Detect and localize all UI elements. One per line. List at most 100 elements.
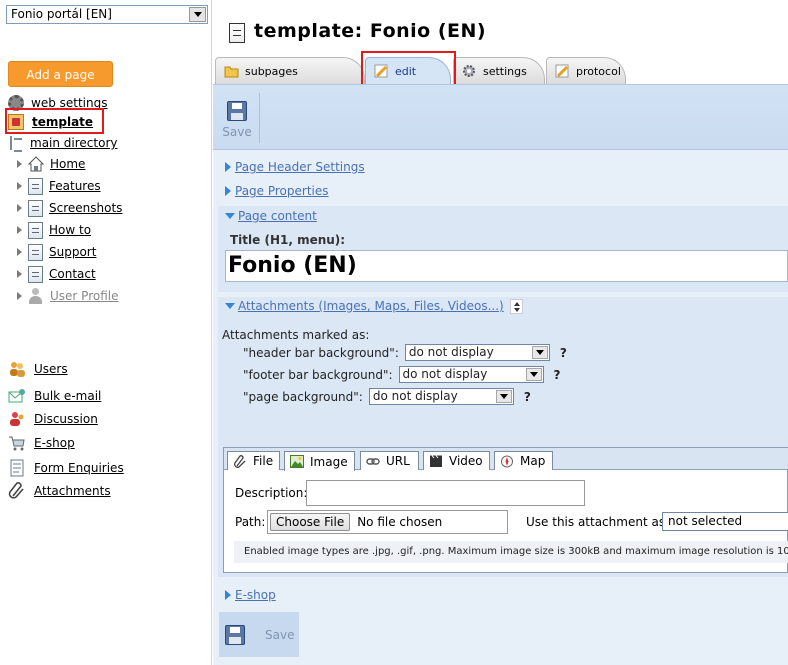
field-label: "footer bar background": <box>243 367 393 382</box>
help-icon[interactable]: ? <box>554 368 561 382</box>
paperclip-icon <box>234 454 246 468</box>
file-input[interactable]: Choose File No file chosen <box>267 510 508 534</box>
save-label: Save <box>265 627 295 642</box>
users-icon <box>8 360 26 378</box>
help-icon[interactable]: ? <box>560 346 567 360</box>
expand-arrow-icon[interactable] <box>17 182 22 190</box>
email-icon <box>8 387 26 405</box>
tool-label[interactable]: Users <box>34 362 68 376</box>
field-label: "page background": <box>243 389 363 404</box>
sidebar-item-label[interactable]: Contact <box>49 267 96 281</box>
tool-label[interactable]: Discussion <box>34 412 98 426</box>
footer-bar-background-select[interactable]: do not display <box>398 366 544 383</box>
tab-settings[interactable]: settings <box>453 57 545 84</box>
tab-subpages[interactable]: subpages <box>215 57 365 84</box>
sidebar-tool-bulk-email[interactable]: Bulk e-mail <box>8 387 101 405</box>
video-icon <box>430 454 442 467</box>
sidebar-item-label[interactable]: Features <box>49 179 101 193</box>
title-input[interactable]: Fonio (EN) <box>225 250 788 282</box>
site-select-value: Fonio portál [EN] <box>11 7 112 21</box>
attachment-tab-file[interactable]: File <box>227 451 280 470</box>
chevron-down-icon[interactable] <box>495 390 512 403</box>
section-label[interactable]: Page Header Settings <box>235 160 365 174</box>
collapse-arrow-icon <box>225 303 235 309</box>
expand-arrow-icon[interactable] <box>17 204 22 212</box>
section-page-content[interactable]: Page content <box>225 207 317 225</box>
description-input[interactable] <box>306 480 585 506</box>
page-title: template: Fonio (EN) <box>254 20 487 42</box>
attachment-panel: File Image URL Video Map Description: Pa… <box>223 447 788 573</box>
section-label[interactable]: E-shop <box>235 588 276 602</box>
expand-arrow-icon[interactable] <box>17 248 22 256</box>
sidebar-tool-discussion[interactable]: Discussion <box>8 410 98 428</box>
sidebar-item-label[interactable]: How to <box>49 223 91 237</box>
sidebar-item-user-profile[interactable]: User Profile <box>17 287 118 305</box>
attachment-tab-url[interactable]: URL <box>360 451 419 470</box>
tool-label[interactable]: Form Enquiries <box>34 461 124 475</box>
sidebar-item-how-to[interactable]: How to <box>17 221 91 239</box>
save-label: Save <box>222 125 252 139</box>
title-bar: template: Fonio (EN) <box>213 0 788 56</box>
attachment-tab-video[interactable]: Video <box>423 451 490 470</box>
sidebar: Fonio portál [EN] Add a page web setting… <box>0 0 212 665</box>
sidebar-item-label[interactable]: main directory <box>30 136 117 150</box>
section-label[interactable]: Page content <box>238 209 317 223</box>
section-page-properties[interactable]: Page Properties <box>225 182 329 200</box>
sidebar-item-label[interactable]: Home <box>50 157 85 171</box>
section-label[interactable]: Attachments (Images, Maps, Files, Videos… <box>238 299 504 313</box>
tab-bar: subpages edit settings protocol <box>213 56 788 84</box>
tool-label[interactable]: Bulk e-mail <box>34 389 101 403</box>
image-limits-note: Enabled image types are .jpg, .gif, .png… <box>234 541 788 563</box>
use-as-select[interactable]: not selected <box>662 512 788 531</box>
attachment-tab-label: File <box>253 454 274 468</box>
attachment-tab-image[interactable]: Image <box>284 451 355 471</box>
sidebar-item-template[interactable]: template <box>8 113 93 131</box>
sidebar-item-contact[interactable]: Contact <box>17 265 96 283</box>
section-page-header-settings[interactable]: Page Header Settings <box>225 158 365 176</box>
chevron-down-icon[interactable] <box>525 368 542 381</box>
tool-label[interactable]: Attachments <box>34 484 111 498</box>
expand-arrow-icon[interactable] <box>17 292 22 300</box>
save-button[interactable]: Save <box>219 101 255 139</box>
tab-label: subpages <box>245 64 298 78</box>
chevron-down-icon[interactable] <box>531 346 548 359</box>
tool-label[interactable]: E-shop <box>34 436 75 450</box>
expand-arrow-icon[interactable] <box>17 160 22 168</box>
page-icon <box>28 177 43 195</box>
sidebar-tool-eshop[interactable]: E-shop <box>8 434 75 452</box>
expand-arrow-icon[interactable] <box>17 270 22 278</box>
main-panel: template: Fonio (EN) subpages edit setti… <box>213 0 788 665</box>
attachment-tab-map[interactable]: Map <box>494 451 553 470</box>
page-icon <box>229 23 245 43</box>
section-eshop[interactable]: E-shop <box>225 586 276 604</box>
sidebar-item-label[interactable]: template <box>32 115 93 129</box>
page-icon <box>28 265 43 283</box>
page-background-select[interactable]: do not display <box>368 388 514 405</box>
sidebar-item-label[interactable]: Support <box>49 245 96 259</box>
sort-updown-icon[interactable] <box>509 298 523 314</box>
page-icon <box>28 199 43 217</box>
compass-icon <box>501 455 513 467</box>
sidebar-item-main-directory[interactable]: main directory <box>10 134 117 152</box>
section-attachments[interactable]: Attachments (Images, Maps, Files, Videos… <box>225 297 523 315</box>
sidebar-tool-attachments[interactable]: Attachments <box>8 482 111 500</box>
add-page-button[interactable]: Add a page <box>8 61 113 87</box>
section-label[interactable]: Page Properties <box>235 184 329 198</box>
choose-file-button[interactable]: Choose File <box>270 513 351 531</box>
save-button-bottom[interactable]: Save <box>219 612 299 657</box>
sidebar-item-home[interactable]: Home <box>17 155 85 173</box>
attachment-tab-label: Image <box>310 454 348 469</box>
chevron-down-icon[interactable] <box>189 7 206 22</box>
expand-arrow-icon[interactable] <box>17 226 22 234</box>
help-icon[interactable]: ? <box>524 390 531 404</box>
sidebar-item-features[interactable]: Features <box>17 177 101 195</box>
sidebar-item-support[interactable]: Support <box>17 243 96 261</box>
sidebar-tool-form-enquiries[interactable]: Form Enquiries <box>8 459 124 477</box>
site-select[interactable]: Fonio portál [EN] <box>6 5 208 24</box>
header-bar-background-select[interactable]: do not display <box>404 344 550 361</box>
sidebar-item-label[interactable]: User Profile <box>50 289 118 303</box>
sidebar-tool-users[interactable]: Users <box>8 360 68 378</box>
sidebar-item-screenshots[interactable]: Screenshots <box>17 199 122 217</box>
tab-protocol[interactable]: protocol <box>546 57 626 84</box>
sidebar-item-label[interactable]: Screenshots <box>49 201 122 215</box>
